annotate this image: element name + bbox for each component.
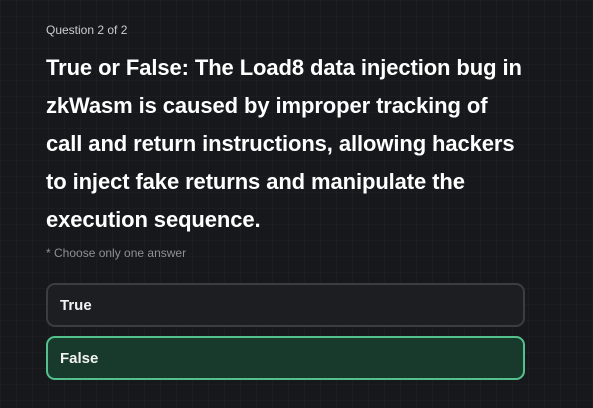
option-label: False — [60, 349, 99, 367]
question-text: True or False: The Load8 data injection … — [46, 55, 522, 232]
answer-hint: * Choose only one answer — [46, 246, 187, 260]
option-false[interactable]: False — [46, 336, 525, 380]
answer-options: True False — [46, 283, 526, 380]
option-true[interactable]: True — [46, 283, 525, 327]
quiz-panel: Question 2 of 2 True or False: The Load8… — [46, 22, 526, 389]
question-counter: Question 2 of 2 — [46, 23, 128, 37]
option-label: True — [60, 296, 92, 314]
